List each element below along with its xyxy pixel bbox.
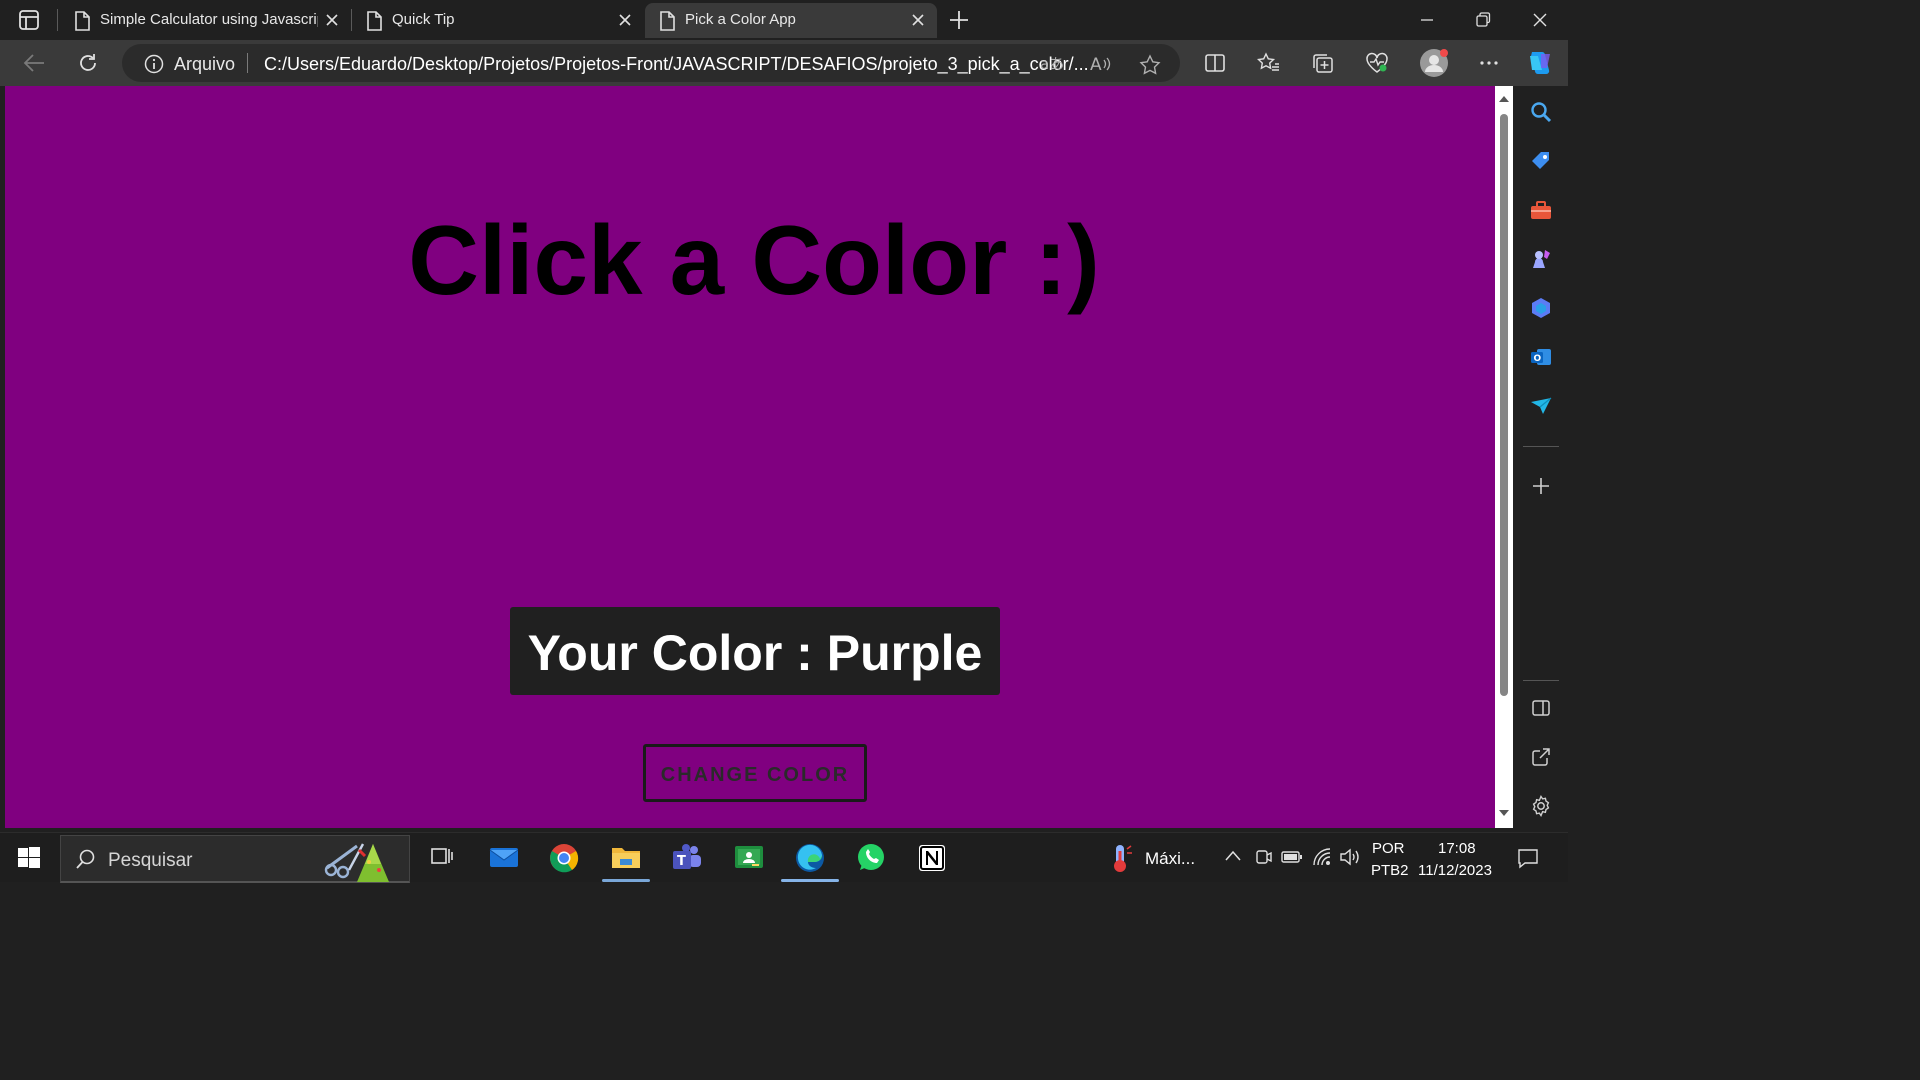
more-options-icon[interactable] [1478, 52, 1500, 74]
tab-actions-icon[interactable] [16, 8, 42, 32]
games-icon[interactable] [1529, 247, 1553, 271]
page-viewport: Click a Color :) Your Color : Purple CHA… [5, 86, 1495, 828]
close-window-icon[interactable] [1531, 11, 1549, 29]
chevron-up-icon[interactable] [1224, 849, 1242, 863]
back-arrow-icon[interactable] [22, 52, 46, 74]
favorites-icon[interactable] [1257, 52, 1281, 74]
sidebar-panel-icon[interactable] [1529, 696, 1553, 720]
add-icon[interactable] [1529, 474, 1553, 498]
settings-gear-icon[interactable] [1529, 794, 1553, 818]
tab-pick-a-color[interactable]: Pick a Color App [645, 3, 937, 38]
sidebar-divider [1523, 446, 1559, 447]
running-indicator [602, 879, 650, 882]
file-explorer-icon[interactable] [611, 843, 641, 871]
browser-essentials-icon[interactable] [1365, 52, 1389, 74]
svg-text:O: O [1534, 354, 1542, 364]
tab-title: Quick Tip [392, 11, 455, 28]
task-view-icon[interactable] [429, 843, 455, 869]
search-placeholder: Pesquisar [108, 850, 193, 871]
minimize-icon[interactable] [1418, 11, 1436, 29]
shopping-tag-icon[interactable] [1529, 149, 1553, 173]
close-icon[interactable] [617, 12, 633, 28]
refresh-icon[interactable] [77, 52, 99, 74]
collections-icon[interactable] [1311, 52, 1335, 74]
svg-text:aあ: aあ [1040, 55, 1064, 73]
send-icon[interactable] [1529, 394, 1553, 418]
profile-avatar[interactable] [1419, 48, 1449, 78]
active-app-indicator [781, 879, 839, 882]
teams-icon[interactable]: T [672, 843, 702, 871]
tab-strip: Simple Calculator using Javascrip Quick … [0, 0, 1568, 40]
chrome-icon[interactable] [549, 843, 579, 873]
change-color-button-label: CHANGE COLOR [660, 764, 850, 786]
scrollbar-thumb[interactable] [1500, 114, 1508, 696]
external-link-icon[interactable] [1529, 745, 1553, 769]
notion-icon[interactable] [917, 843, 947, 873]
search-icon [75, 848, 97, 870]
weather-label[interactable]: Máxi... [1145, 849, 1195, 869]
page-title: Click a Color :) [408, 205, 1100, 315]
close-icon[interactable] [324, 12, 340, 28]
copilot-icon[interactable] [1524, 48, 1556, 78]
tab-separator [57, 9, 58, 31]
svg-text:T: T [677, 854, 686, 869]
restore-icon[interactable] [1474, 11, 1492, 29]
site-security-label[interactable]: Arquivo [174, 54, 235, 75]
color-display-box: Your Color : Purple [510, 607, 1000, 695]
page-icon [366, 11, 382, 31]
change-color-button[interactable]: CHANGE COLOR [643, 744, 867, 802]
close-icon[interactable] [910, 12, 926, 28]
favorite-star-icon[interactable] [1139, 54, 1161, 76]
new-tab-button[interactable] [948, 9, 970, 31]
taskbar-search-box[interactable]: Pesquisar [60, 835, 410, 883]
address-divider [247, 53, 248, 73]
tab-simple-calculator[interactable]: Simple Calculator using Javascrip [60, 3, 350, 38]
battery-icon[interactable] [1281, 849, 1303, 865]
info-icon[interactable] [144, 54, 164, 74]
translate-icon[interactable]: aあ [1040, 54, 1064, 74]
edge-sidebar: O [1513, 86, 1568, 830]
windows-start-icon[interactable] [18, 847, 40, 869]
notification-icon[interactable] [1516, 846, 1540, 870]
volume-icon[interactable] [1339, 847, 1361, 867]
tab-title: Pick a Color App [685, 11, 796, 28]
microsoft-365-icon[interactable] [1529, 296, 1553, 320]
split-screen-icon[interactable] [1203, 52, 1227, 74]
mail-icon[interactable] [489, 843, 519, 871]
address-bar[interactable]: Arquivo C:/Users/Eduardo/Desktop/Projeto… [122, 44, 1180, 82]
windows-taskbar: Pesquisar T Máxi... POR PTB2 17:08 11/12… [0, 832, 1568, 883]
search-highlight-illustration [319, 836, 409, 882]
scroll-up-arrow-icon[interactable] [1498, 94, 1510, 104]
outlook-icon[interactable]: O [1529, 345, 1553, 369]
tab-title: Simple Calculator using Javascrip [100, 11, 318, 28]
color-display-text: Your Color : Purple [527, 625, 983, 681]
whatsapp-icon[interactable] [856, 843, 886, 873]
classroom-icon[interactable] [734, 843, 764, 871]
scroll-down-arrow-icon[interactable] [1498, 808, 1510, 818]
keyboard-layout[interactable]: PTB2 [1371, 862, 1409, 879]
page-icon [74, 11, 90, 31]
language-code[interactable]: POR [1372, 840, 1405, 857]
clock-time[interactable]: 17:08 [1438, 840, 1476, 857]
clock-date[interactable]: 11/12/2023 [1418, 862, 1492, 879]
read-aloud-icon[interactable]: A [1090, 54, 1114, 74]
weather-thermometer-icon[interactable] [1108, 843, 1134, 873]
meet-now-icon[interactable] [1254, 847, 1274, 867]
tools-icon[interactable] [1529, 198, 1553, 222]
edge-icon[interactable] [795, 843, 825, 873]
sidebar-divider [1523, 680, 1559, 681]
tab-quick-tip[interactable]: Quick Tip [352, 3, 642, 38]
svg-text:A: A [1090, 55, 1102, 74]
url-text[interactable]: C:/Users/Eduardo/Desktop/Projetos/Projet… [264, 54, 1089, 75]
page-icon [659, 11, 675, 31]
wifi-icon[interactable] [1312, 847, 1334, 867]
search-icon[interactable] [1529, 100, 1553, 124]
browser-toolbar: Arquivo C:/Users/Eduardo/Desktop/Projeto… [0, 40, 1568, 86]
page-scrollbar[interactable] [1495, 86, 1513, 828]
